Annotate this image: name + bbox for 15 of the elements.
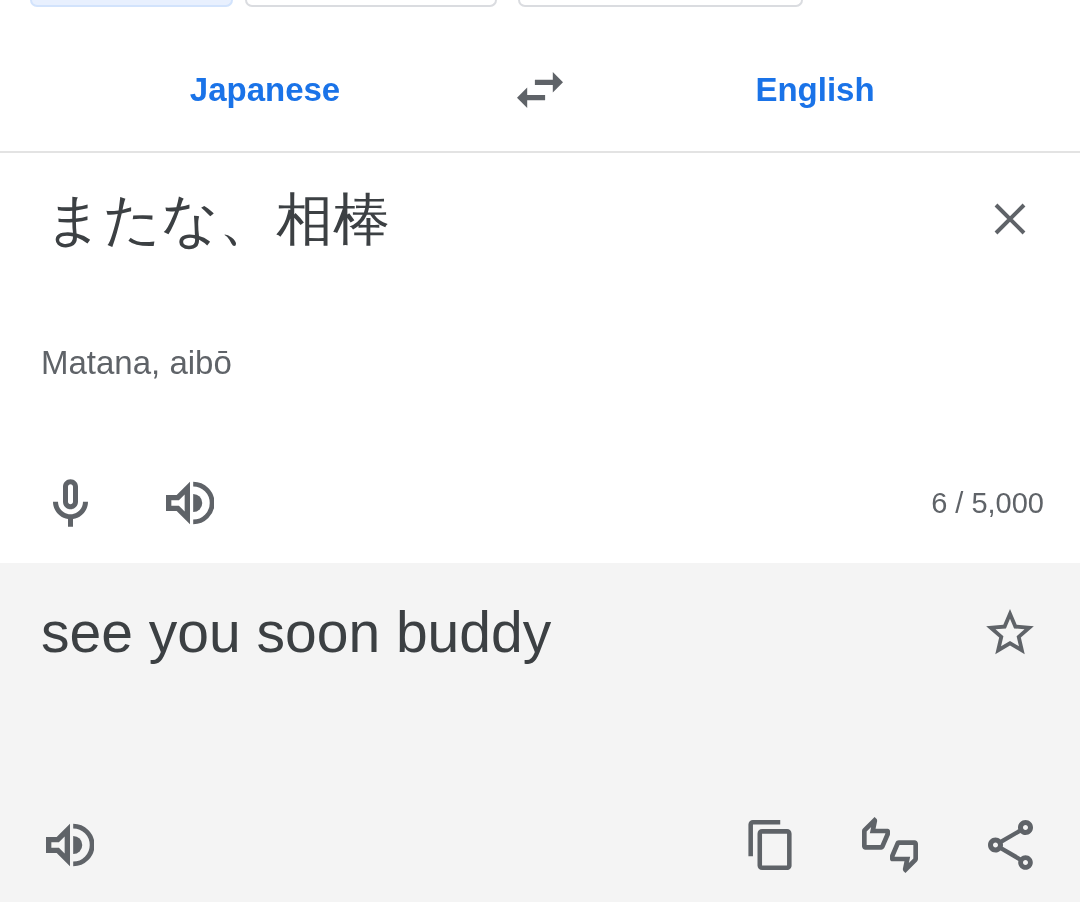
thumbs-up-down-icon bbox=[862, 816, 918, 874]
microphone-icon bbox=[52, 479, 88, 527]
source-text-field[interactable]: またな、相棒 bbox=[45, 183, 982, 255]
speaker-icon bbox=[166, 480, 214, 526]
target-language-button[interactable]: English bbox=[747, 64, 883, 116]
speaker-icon bbox=[46, 822, 94, 868]
swap-arrows-icon bbox=[517, 72, 563, 108]
copy-icon bbox=[748, 820, 792, 870]
share-icon bbox=[987, 820, 1033, 870]
character-count: 6 / 5,000 bbox=[931, 486, 1044, 521]
feedback-button[interactable] bbox=[862, 815, 918, 875]
transliteration-text: Matana, aibō bbox=[41, 343, 232, 383]
source-language-button[interactable]: Japanese bbox=[181, 64, 349, 116]
close-icon bbox=[994, 203, 1026, 235]
translation-text: see you soon buddy bbox=[41, 599, 553, 666]
